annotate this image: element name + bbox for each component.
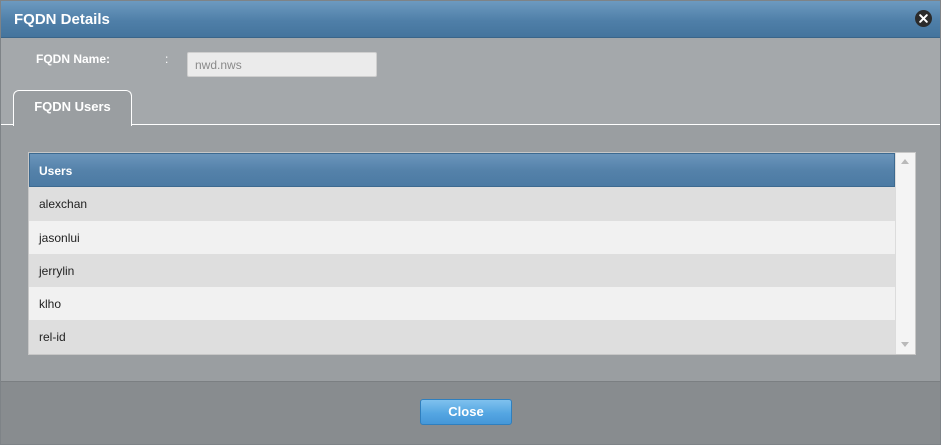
tab-fqdn-users[interactable]: FQDN Users xyxy=(13,90,132,126)
form-area xyxy=(1,38,940,124)
dialog-title: FQDN Details xyxy=(14,11,110,28)
scroll-up-arrow-icon[interactable] xyxy=(901,159,909,164)
dialog-title-bar[interactable]: FQDN Details xyxy=(1,1,940,38)
active-tab-connector xyxy=(14,124,131,125)
table-row[interactable]: jerrylin xyxy=(29,254,895,288)
table-row[interactable]: klho xyxy=(29,287,895,321)
fqdn-name-field[interactable] xyxy=(187,52,377,77)
fqdn-name-label: FQDN Name: xyxy=(36,52,111,66)
vertical-scrollbar[interactable] xyxy=(895,153,915,354)
tab-strip-divider xyxy=(1,124,940,125)
table-row[interactable]: alexchan xyxy=(29,187,895,221)
users-table: Users alexchan jasonlui jerrylin klho re… xyxy=(28,152,916,355)
close-icon[interactable] xyxy=(915,10,932,27)
fqdn-details-dialog: FQDN Details FQDN Name: : FQDN Users Use… xyxy=(0,0,941,445)
label-separator: : xyxy=(165,52,169,66)
scroll-down-arrow-icon[interactable] xyxy=(901,342,909,347)
table-row[interactable]: rel-id xyxy=(29,320,895,354)
users-column-header[interactable]: Users xyxy=(29,153,895,187)
close-button[interactable]: Close xyxy=(420,399,512,425)
users-column-header-label: Users xyxy=(39,164,73,178)
table-row[interactable]: jasonlui xyxy=(29,221,895,255)
